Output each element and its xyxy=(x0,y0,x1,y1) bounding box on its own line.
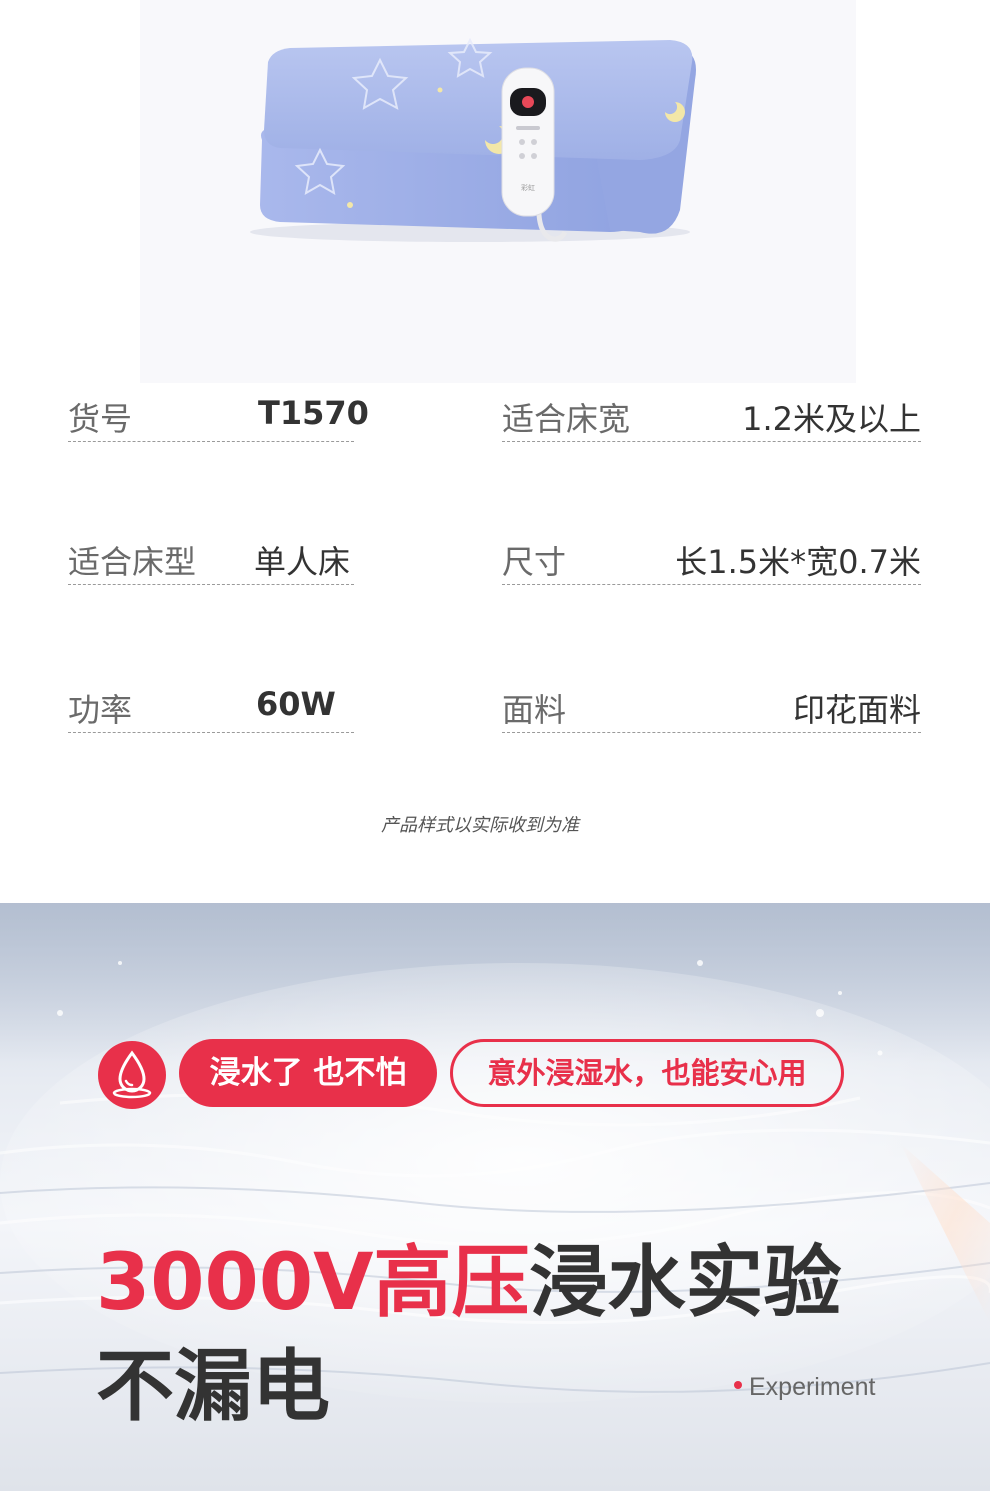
experiment-tag: Experiment xyxy=(734,1373,875,1402)
spec-item-size: 尺寸 长1.5米*宽0.7米 xyxy=(502,537,921,585)
product-disclaimer: 产品样式以实际收到为准 xyxy=(381,815,579,836)
spec-item-model: 货号 T1570 xyxy=(68,394,369,442)
feature-badge-outline: 意外浸湿水，也能安心用 xyxy=(450,1039,844,1107)
spec-item-power: 功率 60W xyxy=(68,685,354,733)
headline-text: 浸水实验 xyxy=(529,1238,842,1328)
water-drop-badge xyxy=(98,1041,166,1109)
spec-item-fabric: 面料 印花面料 xyxy=(502,685,921,733)
spec-value: 单人床 xyxy=(254,543,351,581)
hero-headline: 3000V高压浸水实验 xyxy=(96,1231,841,1335)
spec-label: 面料 xyxy=(502,691,567,729)
controller-brand-text: 彩虹 xyxy=(521,183,535,192)
spec-label: 功率 xyxy=(68,691,133,729)
experiment-label: Experiment xyxy=(749,1373,876,1401)
spec-item-bed-width: 适合床宽 1.2米及以上 xyxy=(502,394,921,442)
spec-value: 长1.5米*宽0.7米 xyxy=(675,543,921,581)
product-image-area: 彩虹 xyxy=(140,0,856,383)
spec-item-bed-type: 适合床型 单人床 xyxy=(68,537,354,585)
spec-label: 适合床型 xyxy=(68,543,197,581)
spec-value: 60W xyxy=(256,685,336,723)
headline-highlight: 3000V高压 xyxy=(96,1238,530,1328)
electric-blanket-image: 彩虹 xyxy=(250,37,696,242)
feature-badge-solid: 浸水了 也不怕 xyxy=(179,1039,437,1107)
spec-label: 尺寸 xyxy=(502,543,567,581)
water-drop-icon xyxy=(112,1050,152,1099)
spec-value: T1570 xyxy=(258,394,369,432)
spec-label: 适合床宽 xyxy=(502,400,631,438)
hero-headline-line2: 不漏电 xyxy=(96,1342,331,1432)
spec-value: 印花面料 xyxy=(792,691,921,729)
spec-value: 1.2米及以上 xyxy=(742,400,921,438)
spec-label: 货号 xyxy=(68,400,133,438)
bullet-dot-icon xyxy=(734,1381,742,1390)
waterproof-hero-banner: 浸水了 也不怕 意外浸湿水，也能安心用 3000V高压浸水实验 不漏电 Expe… xyxy=(0,903,990,1491)
